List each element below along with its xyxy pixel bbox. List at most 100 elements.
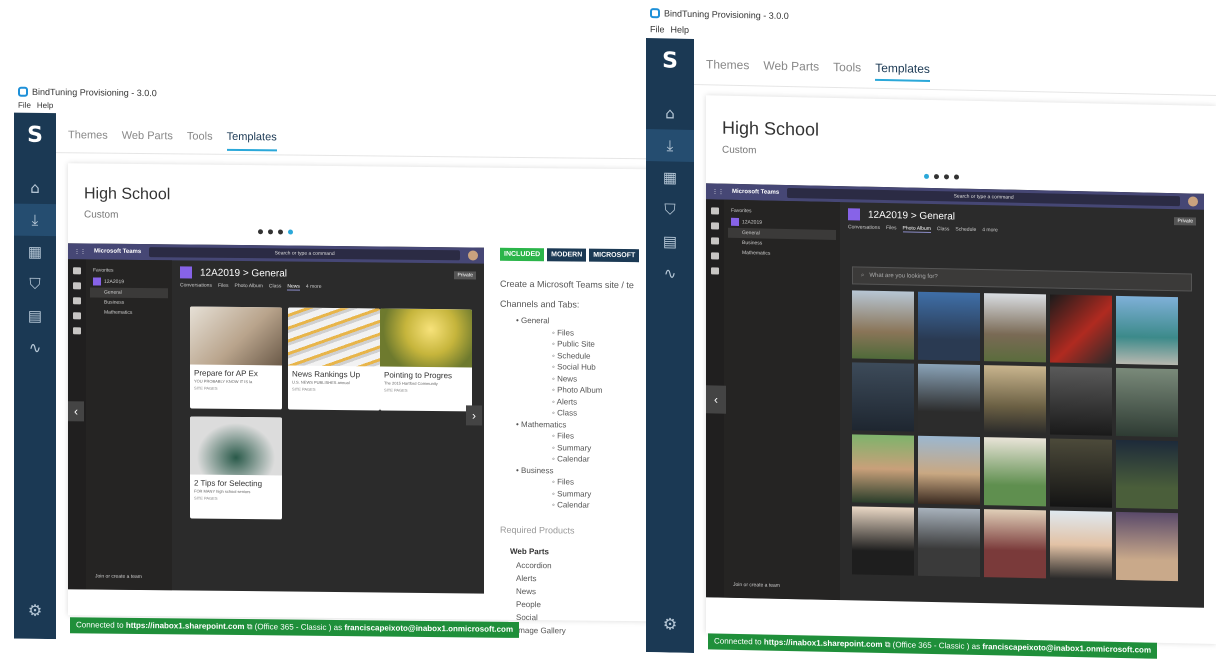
channel-title: 12A2019 > General bbox=[868, 209, 956, 223]
carousel-dot-active[interactable] bbox=[924, 173, 929, 179]
news-title: News Rankings Up bbox=[292, 369, 361, 380]
news-title: 2 Tips for Selecting bbox=[194, 478, 263, 489]
photo-tile bbox=[1116, 511, 1178, 582]
status-prefix: Connected to bbox=[76, 620, 126, 630]
status-middle: (Office 365 - Classic ) as bbox=[890, 640, 983, 652]
carousel-dot[interactable] bbox=[954, 174, 959, 180]
tab-item: Calendar bbox=[500, 499, 654, 513]
carousel-dot[interactable] bbox=[268, 229, 273, 235]
photo-tile bbox=[918, 435, 980, 506]
required-products-heading: Required Products bbox=[500, 524, 575, 536]
channel-mathematics: Mathematics bbox=[742, 250, 771, 257]
window-title: BindTuning Provisioning - 3.0.0 bbox=[32, 86, 157, 99]
left-nav: S ⌂ ⤓ ▦ ⛉ ▤ ∿ ⚙ bbox=[14, 112, 56, 640]
photo-tile bbox=[918, 507, 980, 578]
badge-row: INCLUDED MODERN MICROSOFT bbox=[500, 247, 654, 263]
badge-included: INCLUDED bbox=[500, 247, 545, 262]
menu-file[interactable]: File bbox=[18, 101, 31, 113]
gear-icon[interactable]: ⚙ bbox=[28, 601, 42, 621]
tab-templates[interactable]: Templates bbox=[875, 60, 930, 82]
private-badge: Private bbox=[454, 271, 476, 280]
menu-file[interactable]: File bbox=[650, 24, 665, 38]
document-icon[interactable]: ▤ bbox=[646, 225, 694, 258]
pulse-icon[interactable]: ∿ bbox=[14, 332, 56, 364]
news-card: 2 Tips for Selecting FOR MANY high schoo… bbox=[190, 416, 282, 520]
news-card: Pointing to Progres The 2015 Hartford Co… bbox=[380, 308, 472, 412]
status-site-link[interactable]: https://inabox1.sharepoint.com bbox=[764, 637, 883, 648]
photo-tile bbox=[1116, 367, 1178, 438]
download-icon[interactable]: ⤓ bbox=[646, 129, 694, 163]
teams-product-name: Microsoft Teams bbox=[94, 248, 142, 255]
photo-tile bbox=[1050, 438, 1112, 508]
carousel-dot[interactable] bbox=[258, 229, 263, 235]
news-meta: SITE PAGES bbox=[194, 385, 218, 391]
photo-tile bbox=[984, 509, 1046, 579]
photo-tile bbox=[852, 506, 914, 576]
carousel-prev-button[interactable]: ‹ bbox=[706, 385, 726, 414]
status-user: franciscapeixoto@inabox1.onmicrosoft.com bbox=[344, 623, 514, 634]
photo-tile bbox=[1116, 295, 1178, 366]
teams-channel-list: Favorites 12A2019 General Business Mathe… bbox=[724, 199, 840, 601]
grid-icon: ⋮⋮ bbox=[712, 188, 724, 196]
download-icon[interactable]: ⤓ bbox=[14, 203, 56, 237]
carousel-dot-active[interactable] bbox=[288, 229, 293, 235]
news-image bbox=[288, 307, 380, 367]
template-title: High School bbox=[84, 185, 171, 204]
news-meta: SITE PAGES bbox=[384, 387, 408, 393]
status-middle: (Office 365 - Classic ) as bbox=[252, 622, 345, 633]
grid-icon[interactable]: ▦ bbox=[14, 236, 56, 268]
carousel-dot[interactable] bbox=[278, 229, 283, 235]
carousel-dot[interactable] bbox=[944, 174, 949, 180]
tab-tools[interactable]: Tools bbox=[833, 60, 861, 88]
channel-tab: Photo Album bbox=[234, 282, 263, 290]
avatar bbox=[1188, 196, 1198, 207]
template-info: INCLUDED MODERN MICROSOFT Create a Micro… bbox=[500, 247, 654, 639]
carousel-next-button[interactable]: › bbox=[466, 405, 482, 426]
carousel-prev-button[interactable]: ‹ bbox=[68, 401, 84, 422]
activity-icon bbox=[73, 267, 81, 275]
status-prefix: Connected to bbox=[714, 636, 764, 647]
carousel-dots bbox=[258, 229, 293, 235]
team-badge bbox=[848, 208, 860, 221]
channel-tab: 4 more bbox=[305, 283, 322, 290]
app-window-left: BindTuning Provisioning - 3.0.0 File Hel… bbox=[14, 82, 654, 646]
cart-icon[interactable]: ⛉ bbox=[14, 268, 56, 300]
meetings-icon bbox=[711, 252, 719, 260]
cart-icon[interactable]: ⛉ bbox=[646, 193, 694, 226]
tab-web-parts[interactable]: Web Parts bbox=[122, 130, 173, 154]
home-icon[interactable]: ⌂ bbox=[14, 172, 56, 204]
channel-title: 12A2019 > General bbox=[200, 267, 288, 280]
tab-web-parts[interactable]: Web Parts bbox=[763, 58, 819, 86]
files-icon bbox=[73, 327, 81, 335]
team-name: 12A2019 bbox=[742, 219, 763, 226]
menu-help[interactable]: Help bbox=[37, 101, 53, 113]
channel-tab: Conversations bbox=[180, 282, 212, 289]
teams-search: Search or type a command bbox=[149, 247, 460, 261]
pulse-icon[interactable]: ∿ bbox=[646, 257, 694, 290]
tab-themes[interactable]: Themes bbox=[706, 57, 749, 85]
teams-rail bbox=[68, 259, 86, 590]
carousel-dot[interactable] bbox=[934, 174, 939, 180]
photo-tile bbox=[1050, 366, 1112, 436]
tab-templates[interactable]: Templates bbox=[226, 130, 277, 152]
left-nav: S ⌂ ⤓ ▦ ⛉ ▤ ∿ ⚙ bbox=[646, 38, 694, 654]
status-site-link[interactable]: https://inabox1.sharepoint.com bbox=[126, 621, 245, 631]
template-description: Create a Microsoft Teams site / te bbox=[500, 278, 634, 291]
menu-help[interactable]: Help bbox=[671, 25, 690, 39]
teams-product-name: Microsoft Teams bbox=[732, 188, 780, 196]
home-icon[interactable]: ⌂ bbox=[646, 97, 694, 130]
document-icon[interactable]: ▤ bbox=[14, 300, 56, 332]
activity-icon bbox=[711, 207, 719, 215]
tab-themes[interactable]: Themes bbox=[68, 129, 108, 152]
photo-tile bbox=[918, 291, 980, 362]
news-title: Prepare for AP Ex bbox=[194, 368, 258, 379]
channel-tab-active: Photo Album bbox=[902, 225, 931, 233]
badge-modern: MODERN bbox=[547, 248, 587, 262]
gear-icon[interactable]: ⚙ bbox=[663, 614, 677, 634]
tab-tools[interactable]: Tools bbox=[187, 130, 213, 153]
meetings-icon bbox=[73, 312, 81, 320]
photo-tile bbox=[1050, 510, 1112, 580]
news-card: News Rankings Up U.S. NEWS PUBLISHES ann… bbox=[288, 307, 380, 411]
news-meta: SITE PAGES bbox=[292, 386, 316, 392]
grid-icon[interactable]: ▦ bbox=[646, 161, 694, 194]
